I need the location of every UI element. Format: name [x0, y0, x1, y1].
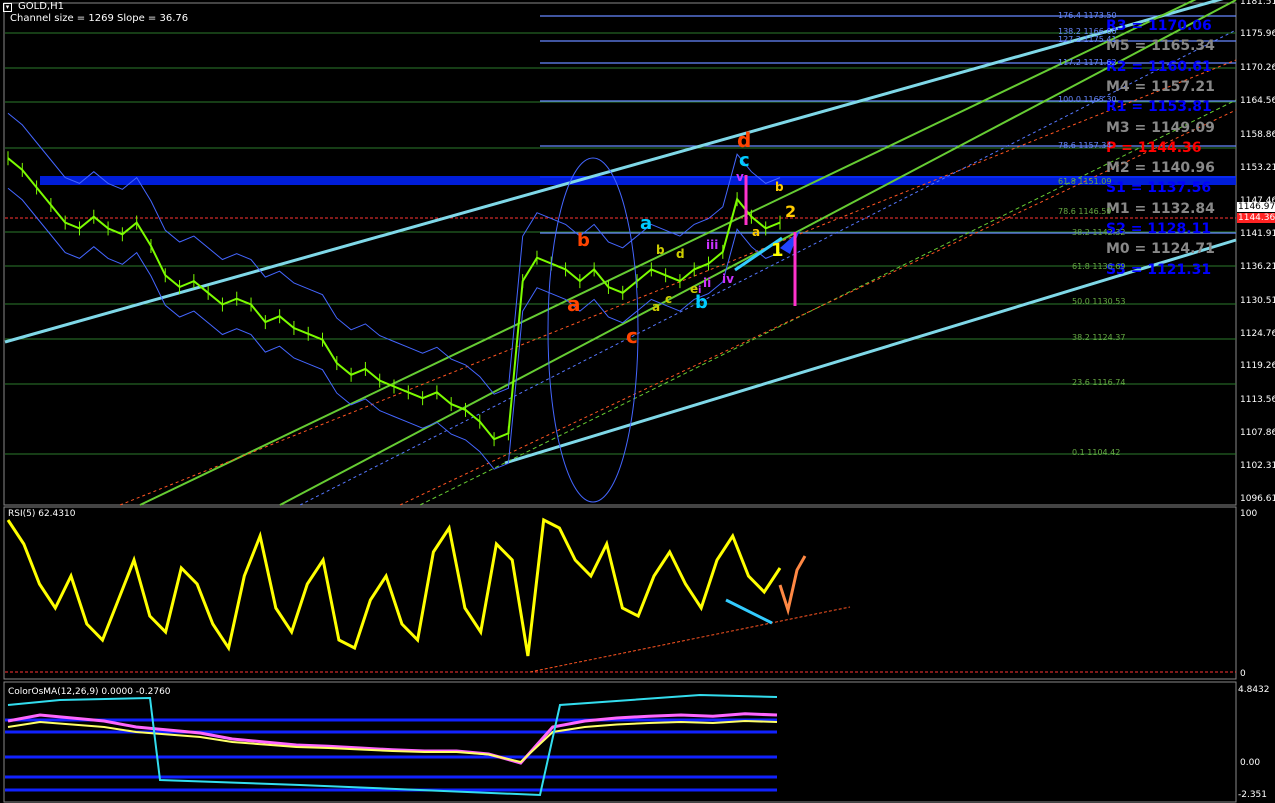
rsi-line	[6, 517, 782, 657]
wave-label: a	[652, 300, 661, 314]
macd-title: ColorOsMA(12,26,9) 0.0000 -0.2760	[8, 687, 171, 697]
wave-label: b	[577, 230, 590, 251]
macd-tick-mid: 0.00	[1240, 758, 1261, 768]
wave-label: e	[690, 282, 699, 296]
wave-label: a	[752, 225, 761, 239]
price-tick: 1124.76	[1240, 329, 1275, 340]
price-axis[interactable]: 1181.51 1175.96 1170.26 1164.56 1158.86 1153.…	[1236, 0, 1275, 505]
wave-label: b	[775, 180, 784, 194]
price-tick: 1164.56	[1240, 96, 1275, 107]
macd-tick-bottom: -2.351	[1238, 790, 1268, 800]
wave-label: i	[698, 285, 702, 296]
macd-tick-top: 4.8432	[1238, 685, 1270, 695]
wave-label: b	[656, 243, 665, 257]
macd-cyan	[7, 693, 778, 797]
wave-label: 2	[785, 202, 797, 221]
wave-label: v	[736, 170, 744, 184]
wave-label: c	[665, 292, 673, 306]
price-tick: 1181.51	[1240, 0, 1275, 7]
price-tick: 1102.31	[1240, 460, 1275, 471]
current-price-red-label: 1144.36	[1237, 213, 1275, 223]
price-tick: 1141.91	[1240, 228, 1275, 239]
wave-label: d	[676, 247, 685, 261]
price-tick: 1113.56	[1240, 394, 1275, 405]
rsi-tick-bottom: 0	[1240, 669, 1246, 679]
wave-label: 1	[771, 240, 784, 261]
wave-labels: d c v b 2 1 a b a c b iii iv ii i b d e c a a	[0, 0, 1236, 505]
rsi-arrow	[725, 598, 773, 625]
price-tick: 1096.61	[1240, 494, 1275, 504]
current-price-label: 1146.97	[1237, 202, 1275, 212]
price-tick: 1119.26	[1240, 361, 1275, 372]
price-tick: 1153.21	[1240, 162, 1275, 173]
wave-label: a	[567, 292, 581, 316]
rsi-title: RSI(5) 62.4310	[8, 509, 76, 519]
wave-label: iii	[706, 238, 719, 252]
price-tick: 1107.86	[1240, 428, 1275, 439]
chart-window: ▾ GOLD,H1 Channel size = 1269 Slope = 36…	[0, 0, 1275, 803]
price-tick: 1175.96	[1240, 29, 1275, 40]
wave-label: ii	[703, 276, 712, 290]
price-tick: 1136.21	[1240, 262, 1275, 273]
wave-label: c	[626, 324, 638, 348]
price-tick: 1170.26	[1240, 62, 1275, 73]
rsi-tick-top: 100	[1240, 509, 1258, 519]
rsi-trendline	[529, 606, 851, 673]
wave-label: iv	[722, 272, 734, 286]
rsi-projection	[778, 555, 807, 616]
wave-label: d	[737, 128, 752, 152]
wave-label: c	[739, 150, 750, 171]
price-tick: 1130.51	[1240, 295, 1275, 306]
wave-label: a	[640, 213, 653, 234]
price-tick: 1158.86	[1240, 129, 1275, 140]
